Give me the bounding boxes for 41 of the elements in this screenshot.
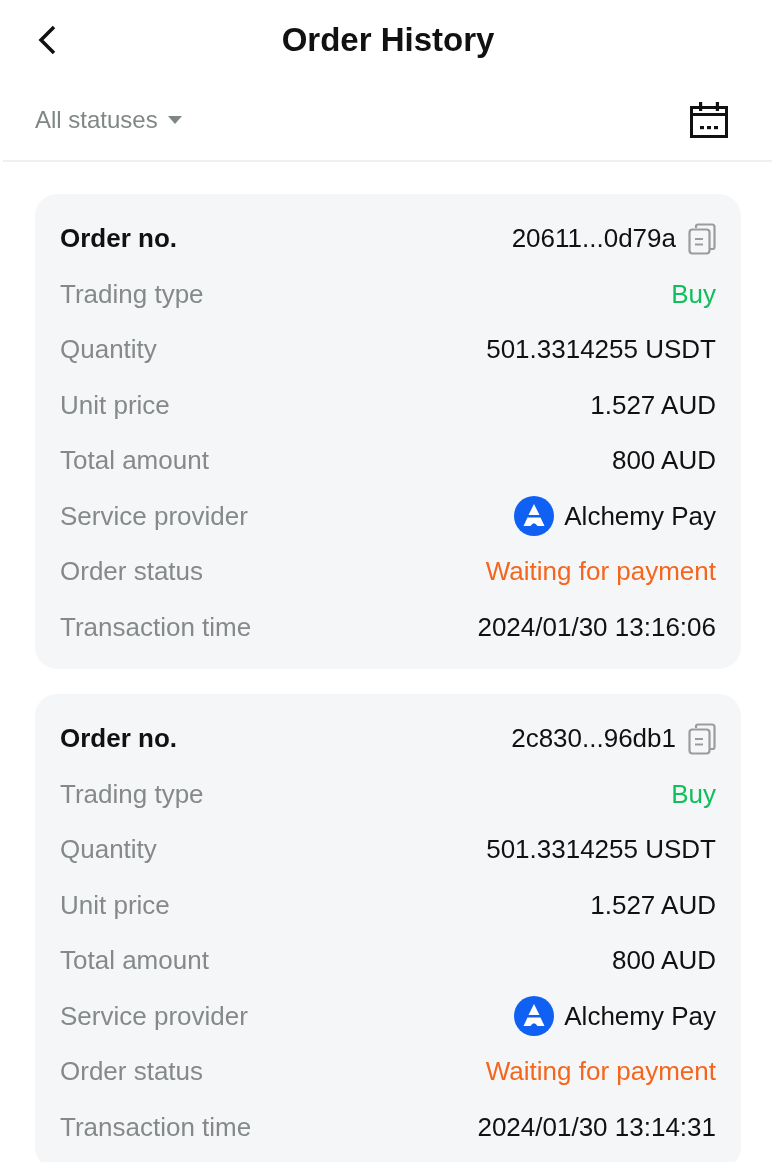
provider-name: Alchemy Pay <box>564 1000 716 1032</box>
logo-icon <box>514 496 555 537</box>
field-value: 1.527 AUD <box>590 389 716 421</box>
caret-icon <box>167 116 182 124</box>
field-label: Unit price <box>60 389 170 421</box>
field-value: 501.3314255 USDT <box>486 834 716 866</box>
order-status-value: Waiting for payment <box>485 556 716 588</box>
order-status-value: Waiting for payment <box>485 1056 716 1088</box>
status-filter-dropdown[interactable]: All statuses <box>35 106 182 134</box>
field-value: 2024/01/30 13:16:06 <box>477 611 716 643</box>
field-label: Unit price <box>60 889 170 921</box>
trading-type-value: Buy <box>671 278 716 310</box>
field-value: 1.527 AUD <box>590 889 716 921</box>
field-value: 800 AUD <box>611 445 716 477</box>
logo-icon <box>514 996 555 1037</box>
field-label: Total amount <box>60 445 209 477</box>
provider-name: Alchemy Pay <box>564 500 716 532</box>
field-label: Service provider <box>60 1000 248 1032</box>
field-label: Order no. <box>60 223 177 255</box>
field-label: Transaction time <box>60 611 252 643</box>
field-label: Total amount <box>60 945 209 977</box>
field-value: 501.3314255 USDT <box>486 334 716 366</box>
back-icon[interactable] <box>37 25 57 55</box>
field-label: Order status <box>60 556 204 588</box>
trading-type-value: Buy <box>671 778 716 810</box>
field-label: Trading type <box>60 278 204 310</box>
field-value: 800 AUD <box>611 945 716 977</box>
order-number: 20611...0d79a <box>511 223 676 255</box>
field-label: Quantity <box>60 834 157 866</box>
copy-icon[interactable] <box>688 722 716 755</box>
field-label: Trading type <box>60 778 204 810</box>
field-label: Quantity <box>60 334 157 366</box>
field-label: Order status <box>60 1056 204 1088</box>
field-label: Order no. <box>60 723 177 755</box>
order-number: 2c830...96db1 <box>511 723 676 755</box>
field-value: 2024/01/30 13:14:31 <box>477 1111 716 1143</box>
copy-icon[interactable] <box>688 222 716 255</box>
calendar-icon[interactable] <box>690 102 728 138</box>
page-title: Order History <box>281 21 495 59</box>
field-label: Service provider <box>60 500 248 532</box>
field-label: Transaction time <box>60 1111 252 1143</box>
